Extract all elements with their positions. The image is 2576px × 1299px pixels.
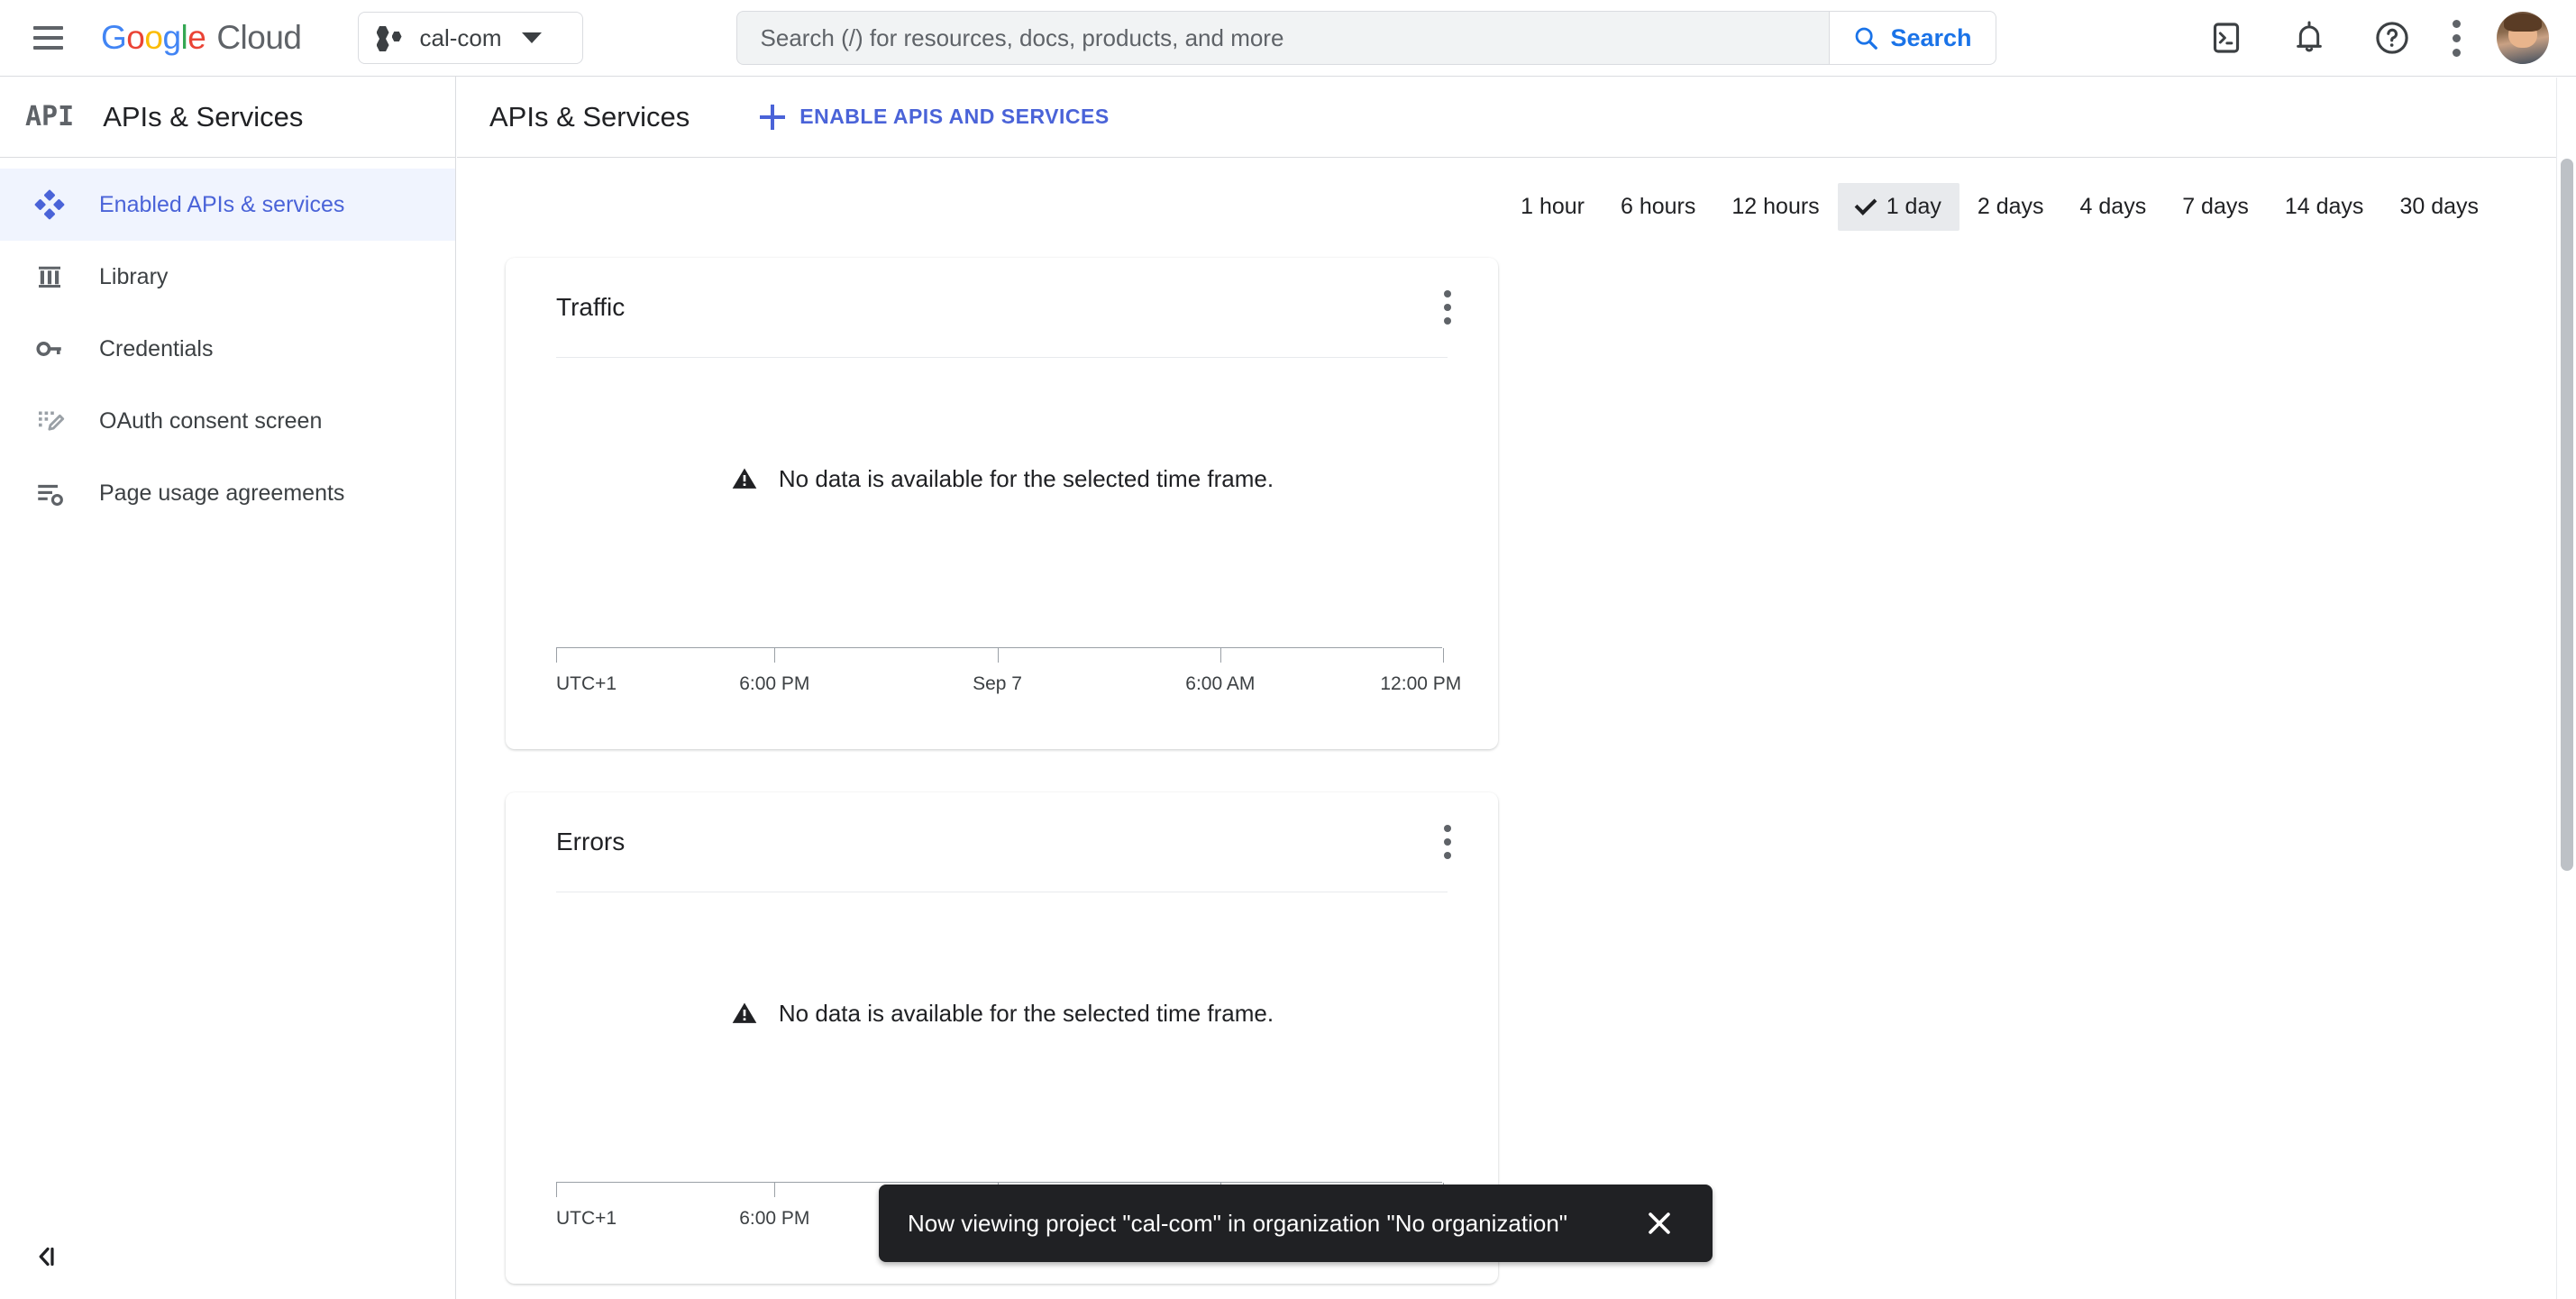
- library-icon: [32, 260, 67, 294]
- logo-letter-o1: o: [126, 19, 144, 57]
- card-title: Errors: [556, 828, 625, 856]
- sidebar-item-label: Credentials: [99, 336, 213, 362]
- oauth-consent-icon: [32, 404, 67, 438]
- enable-apis-and-services-button[interactable]: ENABLE APIS AND SERVICES: [760, 105, 1109, 130]
- user-avatar[interactable]: [2497, 12, 2549, 64]
- errors-chart-plot: No data is available for the selected ti…: [556, 892, 1448, 1235]
- plus-icon: [760, 105, 785, 130]
- sidebar-item-label: Library: [99, 264, 168, 290]
- sidebar-item-library[interactable]: Library: [0, 241, 455, 313]
- x-tick-label: 6:00 PM: [739, 1208, 809, 1230]
- card-more-options-icon[interactable]: [1437, 818, 1458, 866]
- sidebar-item-label: OAuth consent screen: [99, 408, 322, 435]
- search-button-label: Search: [1890, 24, 1971, 52]
- time-range-2-days[interactable]: 2 days: [1959, 183, 2062, 231]
- logo-cloud-word: Cloud: [216, 19, 301, 57]
- x-tick-label: 12:00 PM: [1380, 673, 1461, 695]
- time-range-7-days[interactable]: 7 days: [2164, 183, 2267, 231]
- warning-icon: [730, 464, 759, 493]
- collapse-sidebar-button[interactable]: [32, 1241, 63, 1272]
- sidebar-item-enabled-apis[interactable]: Enabled APIs & services: [0, 169, 455, 241]
- card-title: Traffic: [556, 293, 625, 322]
- time-range-30-days[interactable]: 30 days: [2381, 183, 2497, 231]
- scrollbar-thumb[interactable]: [2561, 159, 2573, 871]
- empty-state: No data is available for the selected ti…: [556, 464, 1448, 493]
- sidebar-item-oauth-consent-screen[interactable]: OAuth consent screen: [0, 385, 455, 457]
- sidebar-header: API APIs & Services: [0, 77, 455, 158]
- time-range-1-day[interactable]: 1 day: [1838, 183, 1959, 231]
- sidebar-title: APIs & Services: [103, 101, 303, 133]
- help-icon[interactable]: [2369, 14, 2416, 61]
- sidebar-nav-list: Enabled APIs & services Library: [0, 158, 455, 529]
- sidebar-item-label: Enabled APIs & services: [99, 192, 344, 218]
- logo-letter-o2: o: [144, 19, 162, 57]
- x-tick-label: UTC+1: [556, 673, 617, 695]
- search-icon: [1852, 24, 1879, 51]
- empty-state-message: No data is available for the selected ti…: [779, 465, 1274, 493]
- empty-state: No data is available for the selected ti…: [556, 999, 1448, 1028]
- traffic-card: Traffic No data is available for the sel…: [506, 258, 1498, 749]
- sidebar-item-credentials[interactable]: Credentials: [0, 313, 455, 385]
- empty-state-message: No data is available for the selected ti…: [779, 1000, 1274, 1028]
- check-icon: [1854, 193, 1877, 215]
- page-usage-agreements-icon: [32, 476, 67, 510]
- enabled-apis-icon: [32, 188, 67, 222]
- more-options-icon[interactable]: [2452, 20, 2461, 57]
- cloud-shell-icon[interactable]: [2203, 14, 2250, 61]
- time-range-6-hours[interactable]: 6 hours: [1603, 183, 1713, 231]
- main-content: APIs & Services ENABLE APIS AND SERVICES…: [457, 77, 2576, 1299]
- logo-letter-e: e: [187, 19, 206, 57]
- card-header: Errors: [506, 792, 1498, 892]
- logo-letter-l: l: [181, 19, 188, 57]
- time-range-1-day-label: 1 day: [1886, 194, 1941, 220]
- time-range-1-hour[interactable]: 1 hour: [1503, 183, 1603, 231]
- warning-icon: [730, 999, 759, 1028]
- x-tick-label: 6:00 PM: [739, 673, 809, 695]
- hamburger-menu-icon[interactable]: [27, 17, 69, 59]
- api-logo-icon: API: [25, 101, 74, 133]
- chevron-left-bar-icon: [32, 1241, 63, 1272]
- sidebar-item-page-usage-agreements[interactable]: Page usage agreements: [0, 457, 455, 529]
- enable-apis-button-label: ENABLE APIS AND SERVICES: [799, 105, 1109, 129]
- search-input-container[interactable]: [736, 11, 1829, 65]
- card-more-options-icon[interactable]: [1437, 283, 1458, 332]
- page-title: APIs & Services: [489, 101, 690, 133]
- traffic-chart-plot: No data is available for the selected ti…: [556, 358, 1448, 700]
- search-area: Search: [736, 11, 1996, 65]
- logo-letter-g: G: [101, 19, 126, 57]
- project-hexagons-icon: [377, 24, 404, 51]
- google-cloud-logo[interactable]: Google Cloud: [101, 19, 302, 57]
- key-icon: [32, 332, 67, 366]
- chevron-down-icon: [522, 32, 542, 43]
- time-range-selector: 1 hour 6 hours 12 hours 1 day 2 days 4 d…: [457, 158, 2576, 231]
- left-sidebar: API APIs & Services Enabled APIs & servi…: [0, 77, 456, 1299]
- close-icon[interactable]: [1639, 1203, 1680, 1244]
- card-header: Traffic: [506, 258, 1498, 357]
- logo-letter-g2: g: [162, 19, 180, 57]
- metric-cards-grid: Traffic No data is available for the sel…: [457, 231, 2576, 1299]
- header-action-icons: [2203, 12, 2549, 64]
- notifications-bell-icon[interactable]: [2286, 14, 2333, 61]
- time-range-14-days[interactable]: 14 days: [2267, 183, 2382, 231]
- x-axis-line: [556, 647, 1442, 648]
- top-header-bar: Google Cloud cal-com Search: [0, 0, 2576, 77]
- search-input[interactable]: [761, 24, 1805, 52]
- time-range-12-hours[interactable]: 12 hours: [1713, 183, 1837, 231]
- search-button[interactable]: Search: [1829, 11, 1996, 65]
- main-header: APIs & Services ENABLE APIS AND SERVICES: [457, 77, 2576, 158]
- x-axis-line: [556, 1182, 1442, 1183]
- sidebar-item-label: Page usage agreements: [99, 480, 344, 507]
- x-tick-label: UTC+1: [556, 1208, 617, 1230]
- snackbar-message: Now viewing project "cal-com" in organiz…: [908, 1210, 1567, 1238]
- snackbar-notification: Now viewing project "cal-com" in organiz…: [879, 1185, 1713, 1262]
- project-picker-label: cal-com: [420, 24, 502, 52]
- x-tick-label: 6:00 AM: [1185, 673, 1255, 695]
- vertical-scrollbar[interactable]: [2556, 78, 2576, 1299]
- time-range-4-days[interactable]: 4 days: [2062, 183, 2165, 231]
- project-picker-button[interactable]: cal-com: [358, 12, 583, 64]
- x-tick-label: Sep 7: [973, 673, 1022, 695]
